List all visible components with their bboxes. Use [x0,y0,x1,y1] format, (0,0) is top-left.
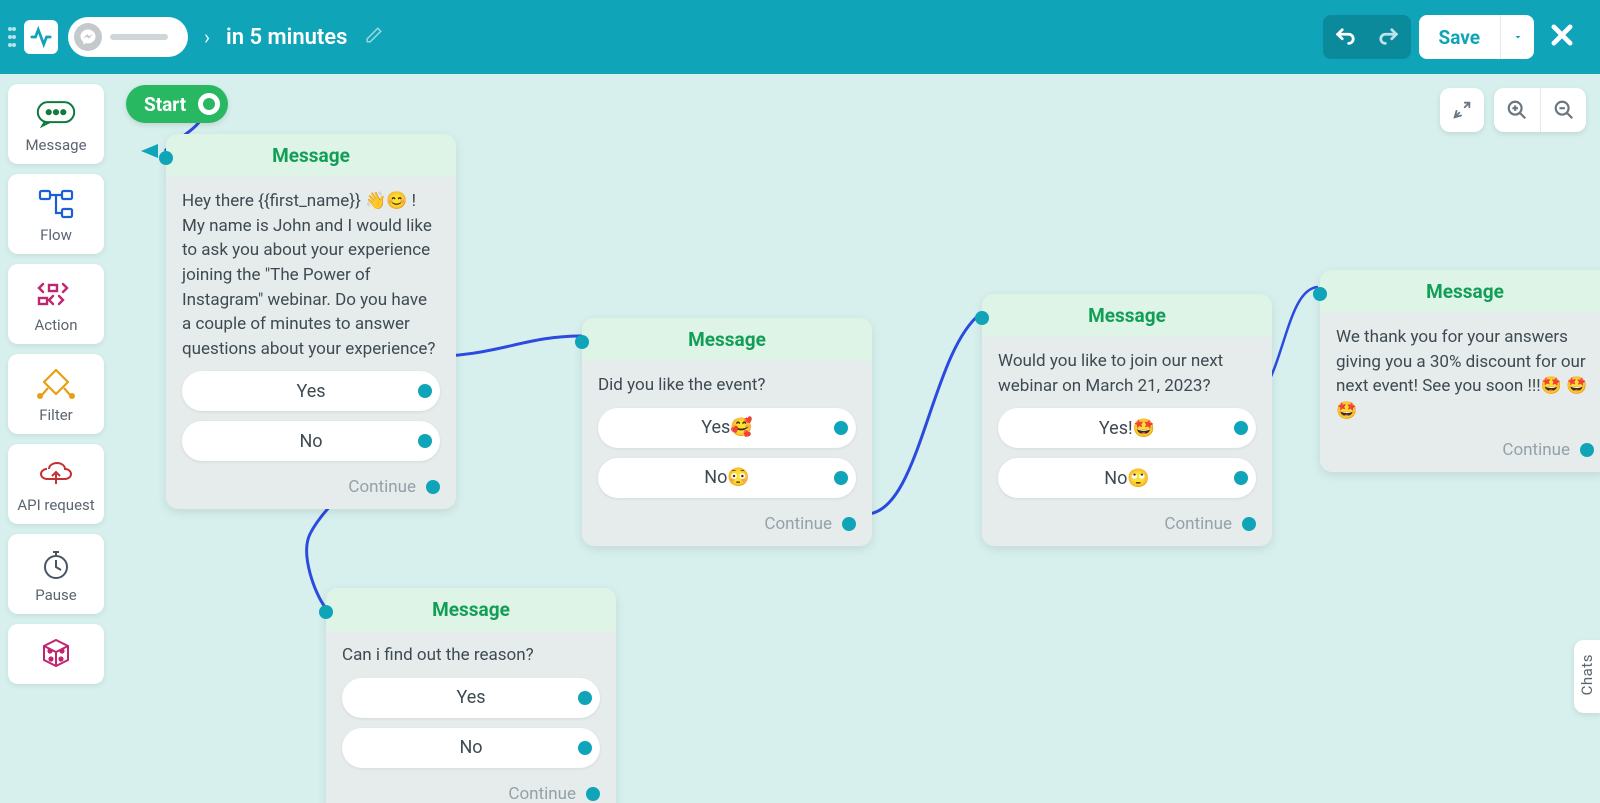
tool-label: Filter [39,406,73,424]
connection-port[interactable] [418,434,432,448]
tool-flow[interactable]: Flow [8,174,104,254]
connection-port[interactable] [418,384,432,398]
node-title: Message [326,588,616,631]
save-button-group: Save [1419,15,1535,59]
tool-label: Message [25,136,86,154]
connection-port[interactable] [575,335,589,349]
undo-button[interactable] [1323,15,1367,59]
tool-label: Pause [35,586,77,604]
connection-port[interactable] [578,741,592,755]
redo-button[interactable] [1367,15,1411,59]
save-dropdown-button[interactable] [1500,15,1534,59]
option-no[interactable]: No🙄 [998,458,1256,498]
connection-port[interactable] [842,517,856,531]
connection-port[interactable] [159,151,173,165]
tool-message[interactable]: Message [8,84,104,164]
tool-label: API request [17,496,94,514]
tool-palette: Message Flow Action Filter API request P… [8,84,104,684]
message-icon [36,98,76,130]
message-text: We thank you for your answers giving you… [1336,325,1594,424]
option-yes[interactable]: Yes [342,678,600,718]
message-node[interactable]: Message We thank you for your answers gi… [1320,270,1600,472]
tool-filter[interactable]: Filter [8,354,104,434]
channel-chip[interactable] [68,17,188,57]
messenger-icon [74,23,102,51]
chats-tab[interactable]: Chats [1574,640,1600,713]
connection-port[interactable] [578,691,592,705]
message-node[interactable]: Message Hey there {{first_name}} 👋😊 ! My… [166,134,456,509]
start-label: Start [144,93,186,116]
auto-layout-button[interactable] [1440,88,1484,132]
action-icon [36,278,76,310]
continue-row[interactable]: Continue [982,508,1272,546]
connection-port[interactable] [319,605,333,619]
pause-icon [41,548,71,580]
message-node[interactable]: Message Did you like the event? Yes🥰 No😳… [582,318,872,546]
close-button[interactable] [1542,15,1582,59]
message-text: Did you like the event? [598,373,856,398]
continue-row[interactable]: Continue [166,471,456,509]
connection-port[interactable] [975,311,989,325]
continue-row[interactable]: Continue [1320,434,1600,472]
option-yes[interactable]: Yes [182,371,440,411]
start-node[interactable]: Start [126,85,228,123]
message-text: Would you like to join our next webinar … [998,349,1256,398]
node-title: Message [1320,270,1600,313]
tool-pause[interactable]: Pause [8,534,104,614]
tool-label: Flow [40,226,72,244]
channel-name-redacted [110,34,168,40]
brand-logo[interactable] [24,20,58,54]
zoom-in-button[interactable] [1494,88,1540,132]
connection-port[interactable] [1234,471,1248,485]
zoom-group [1494,88,1586,132]
message-text: Can i find out the reason? [342,643,600,668]
flow-canvas[interactable]: Start Message Hey there {{first_name}} 👋… [0,74,1600,803]
dice-icon [39,638,73,670]
flow-name: in 5 minutes [226,25,347,50]
connection-port[interactable] [1313,287,1327,301]
zoom-out-button[interactable] [1540,88,1586,132]
continue-row[interactable]: Continue [582,508,872,546]
message-node[interactable]: Message Can i find out the reason? Yes N… [326,588,616,803]
undo-redo-group [1323,15,1411,59]
pencil-icon[interactable] [365,26,383,48]
tool-api-request[interactable]: API request [8,444,104,524]
node-title: Message [982,294,1272,337]
option-no[interactable]: No [342,728,600,768]
message-node[interactable]: Message Would you like to join our next … [982,294,1272,546]
node-title: Message [166,134,456,177]
connection-port[interactable] [834,471,848,485]
drag-handle-icon[interactable] [6,9,18,65]
continue-row[interactable]: Continue [326,778,616,803]
api-icon [39,458,73,490]
connection-port[interactable] [1580,443,1594,457]
filter-icon [36,368,76,400]
breadcrumb-separator: › [204,25,210,49]
flow-icon [38,188,74,220]
option-no[interactable]: No [182,421,440,461]
connection-port[interactable] [426,480,440,494]
chats-tab-label: Chats [1578,654,1596,695]
tool-label: Action [34,316,77,334]
save-button[interactable]: Save [1419,15,1501,59]
connection-port[interactable] [586,787,600,801]
tool-random[interactable] [8,624,104,684]
connection-port[interactable] [1234,421,1248,435]
connection-port[interactable] [834,421,848,435]
option-yes[interactable]: Yes!🤩 [998,408,1256,448]
option-yes[interactable]: Yes🥰 [598,408,856,448]
connection-port[interactable] [1242,517,1256,531]
node-title: Message [582,318,872,361]
message-text: Hey there {{first_name}} 👋😊 ! My name is… [182,189,440,361]
app-header: › in 5 minutes Save [0,0,1600,74]
option-no[interactable]: No😳 [598,458,856,498]
tool-action[interactable]: Action [8,264,104,344]
connection-port[interactable] [198,93,220,115]
